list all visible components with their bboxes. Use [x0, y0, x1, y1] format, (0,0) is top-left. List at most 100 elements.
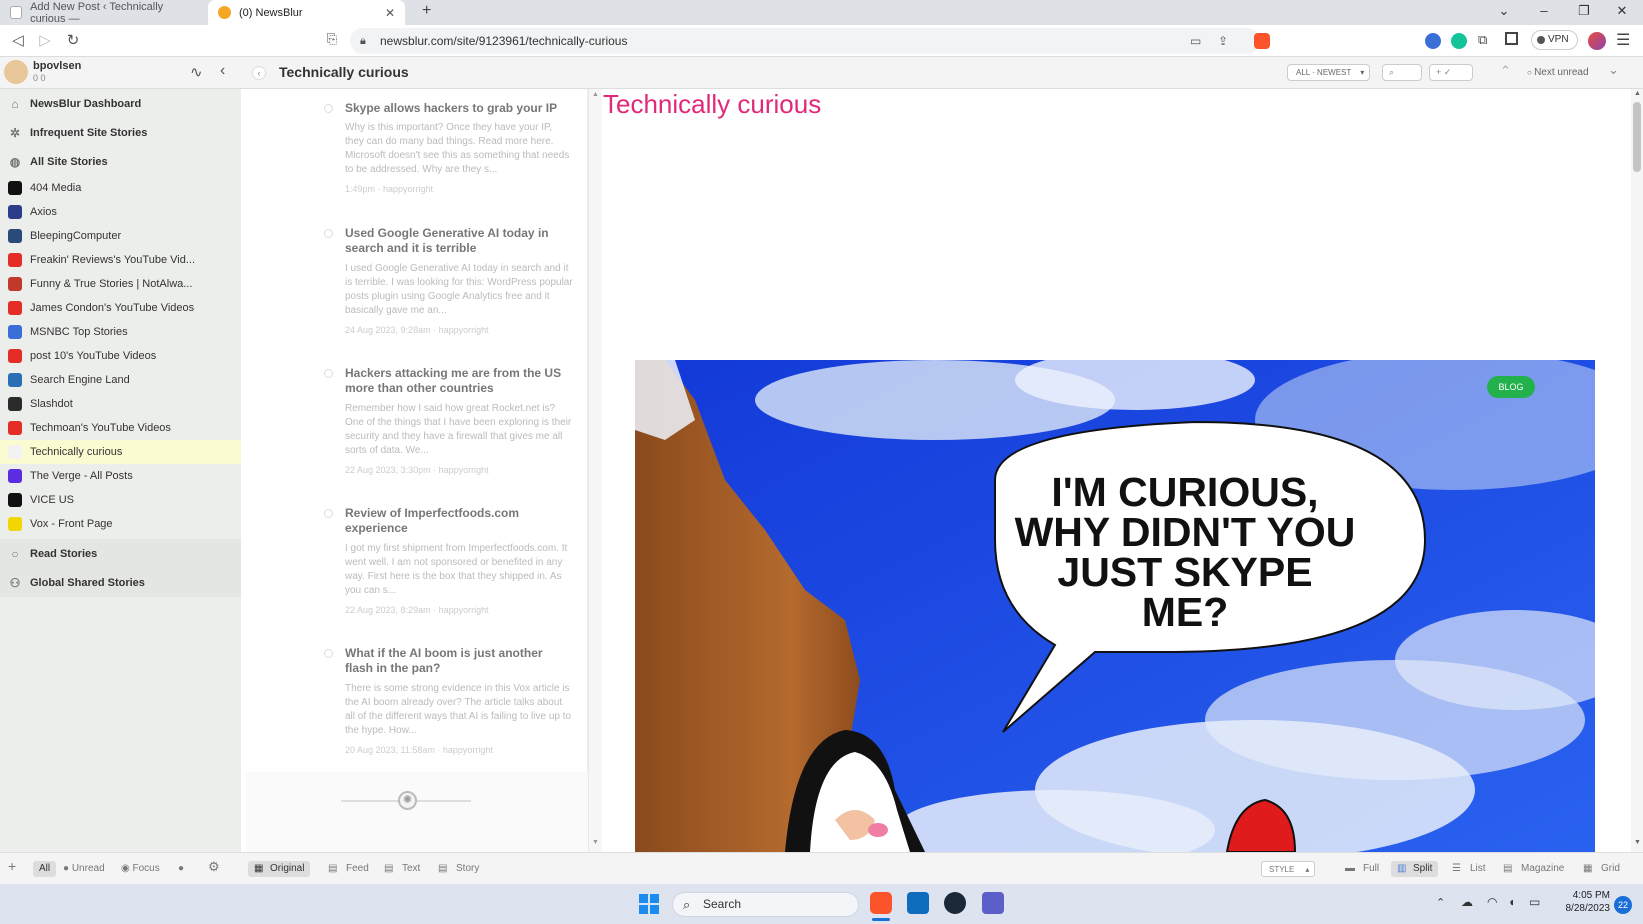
- sidebar-feed-item[interactable]: Technically curious: [0, 440, 241, 464]
- previous-icon[interactable]: ⌃: [1500, 63, 1511, 79]
- sidebar-feed-item[interactable]: Search Engine Land: [0, 368, 241, 392]
- sidebar-item-global-shared[interactable]: ⚇ Global Shared Stories: [0, 568, 241, 597]
- tab-add-new-post[interactable]: Add New Post ‹ Technically curious —: [0, 0, 200, 25]
- back-icon[interactable]: ◁: [8, 31, 28, 49]
- sidebar-toggle-icon[interactable]: [1505, 32, 1518, 45]
- sidebar-item-dashboard[interactable]: ⌂ NewsBlur Dashboard: [0, 89, 241, 118]
- story-read-status-icon[interactable]: [324, 509, 333, 518]
- grammarly-icon[interactable]: [1451, 33, 1467, 49]
- story-item[interactable]: Review of Imperfectfoods.com experience I…: [246, 506, 588, 636]
- blog-badge[interactable]: BLOG: [1487, 376, 1535, 398]
- story-read-status-icon[interactable]: [324, 649, 333, 658]
- steam-taskbar-icon[interactable]: [944, 892, 966, 914]
- sidebar-feed-item[interactable]: VICE US: [0, 488, 241, 512]
- view-text[interactable]: ▤ Text: [384, 861, 420, 877]
- story-pane-scrollbar[interactable]: ▲ ▼: [1631, 89, 1643, 852]
- site-title[interactable]: Technically curious: [603, 89, 821, 120]
- story-title[interactable]: Hackers attacking me are from the US mor…: [345, 366, 573, 396]
- scroll-down-icon[interactable]: ▼: [592, 839, 599, 846]
- story-read-status-icon[interactable]: [324, 104, 333, 113]
- volume-icon[interactable]: ◖: [1508, 895, 1515, 909]
- profile-avatar[interactable]: [1588, 32, 1606, 50]
- view-story[interactable]: ▤ Story: [438, 861, 479, 877]
- add-feed-icon[interactable]: +: [8, 858, 16, 874]
- windows-start-icon[interactable]: [639, 894, 659, 914]
- layout-grid[interactable]: ▦ Grid: [1583, 861, 1620, 877]
- tab-search-chevron-icon[interactable]: ⌄: [1494, 3, 1514, 19]
- settings-gear-icon[interactable]: ⚙: [208, 859, 220, 875]
- sidebar-feed-item[interactable]: MSNBC Top Stories: [0, 320, 241, 344]
- brave-taskbar-icon[interactable]: [870, 892, 892, 914]
- close-window-button[interactable]: ✕: [1612, 3, 1632, 19]
- sidebar-feed-item[interactable]: Freakin' Reviews's YouTube Vid...: [0, 248, 241, 272]
- wifi-icon[interactable]: ◠: [1487, 895, 1497, 909]
- sidebar-feed-item[interactable]: Vox - Front Page: [0, 512, 241, 536]
- filter-unread[interactable]: ● Unread: [63, 861, 105, 877]
- story-title[interactable]: What if the AI boom is just another flas…: [345, 646, 573, 676]
- collapse-sidebar-icon[interactable]: ‹: [220, 62, 225, 80]
- story-list-scrollbar[interactable]: ▲ ▼ ▸: [588, 89, 607, 852]
- forward-icon[interactable]: ▷: [35, 31, 55, 49]
- sidebar-feed-item[interactable]: 404 Media: [0, 176, 241, 200]
- story-item[interactable]: What if the AI boom is just another flas…: [246, 646, 588, 776]
- layout-list[interactable]: ☰ List: [1452, 861, 1486, 877]
- minimize-button[interactable]: –: [1534, 3, 1554, 18]
- vpn-button[interactable]: VPN: [1531, 30, 1578, 50]
- scrollbar-thumb[interactable]: [1633, 102, 1641, 172]
- search-feed-input[interactable]: ⌕: [1382, 64, 1422, 81]
- scroll-up-icon[interactable]: ▲: [1634, 90, 1641, 97]
- filter-all[interactable]: All: [33, 861, 57, 877]
- tab-newsblur[interactable]: (0) NewsBlur ✕: [208, 0, 405, 25]
- password-manager-icon[interactable]: [1425, 33, 1441, 49]
- layout-magazine[interactable]: ▤ Magazine: [1503, 861, 1564, 877]
- address-bar[interactable]: 🔒︎ newsblur.com/site/9123961/technically…: [350, 28, 1260, 54]
- restore-button[interactable]: ❐: [1574, 3, 1594, 19]
- onedrive-icon[interactable]: ☁: [1461, 895, 1473, 909]
- activity-icon[interactable]: ∿: [190, 63, 203, 81]
- story-title[interactable]: Skype allows hackers to grab your IP: [345, 101, 573, 116]
- scroll-up-icon[interactable]: ▲: [592, 91, 599, 98]
- outlook-taskbar-icon[interactable]: [907, 892, 929, 914]
- new-tab-button[interactable]: +: [422, 2, 431, 20]
- share-icon[interactable]: ⇪: [1218, 28, 1228, 54]
- story-read-status-icon[interactable]: [324, 229, 333, 238]
- story-item[interactable]: Used Google Generative AI today in searc…: [246, 226, 588, 356]
- scroll-down-icon[interactable]: ▼: [1634, 839, 1641, 846]
- sidebar-item-infrequent[interactable]: ✲ Infrequent Site Stories: [0, 118, 241, 147]
- bookmark-icon[interactable]: ⎘: [322, 31, 342, 47]
- story-item[interactable]: Hackers attacking me are from the US mor…: [246, 366, 588, 496]
- view-feed[interactable]: ▤ Feed: [328, 861, 369, 877]
- close-tab-icon[interactable]: ✕: [385, 6, 395, 20]
- cast-icon[interactable]: ▭: [1190, 28, 1201, 54]
- filter-focus[interactable]: ◉ Focus: [121, 861, 160, 877]
- brave-shield-icon[interactable]: [1254, 33, 1270, 49]
- sidebar-feed-item[interactable]: BleepingComputer: [0, 224, 241, 248]
- sidebar-feed-item[interactable]: Funny & True Stories | NotAlwa...: [0, 272, 241, 296]
- layout-split[interactable]: ▥ Split: [1391, 861, 1439, 877]
- battery-icon[interactable]: ▭: [1529, 895, 1540, 909]
- taskbar-search[interactable]: ⌕ Search: [672, 892, 859, 917]
- story-title[interactable]: Used Google Generative AI today in searc…: [345, 226, 573, 256]
- sidebar-item-read-stories[interactable]: ○ Read Stories: [0, 539, 241, 568]
- style-dropdown[interactable]: STYLE ▴: [1261, 861, 1316, 877]
- order-dropdown[interactable]: ALL · NEWEST ▾: [1287, 64, 1371, 81]
- notification-badge[interactable]: 22: [1614, 896, 1632, 914]
- story-item[interactable]: Skype allows hackers to grab your IP Why …: [246, 101, 588, 231]
- reload-icon[interactable]: ↻: [63, 31, 83, 49]
- sidebar-feed-item[interactable]: Techmoan's YouTube Videos: [0, 416, 241, 440]
- next-chevron-down-icon[interactable]: ⌄: [1608, 62, 1619, 78]
- extensions-icon[interactable]: ⧉: [1478, 32, 1487, 48]
- sidebar-feed-item[interactable]: Axios: [0, 200, 241, 224]
- view-original[interactable]: ▦ Original: [248, 861, 311, 877]
- layout-full[interactable]: ▬ Full: [1345, 861, 1379, 877]
- sidebar-feed-item[interactable]: post 10's YouTube Videos: [0, 344, 241, 368]
- sidebar-item-all-stories[interactable]: ◍ All Site Stories: [0, 147, 241, 176]
- sidebar-feed-item[interactable]: The Verge - All Posts: [0, 464, 241, 488]
- sidebar-feed-item[interactable]: Slashdot: [0, 392, 241, 416]
- sidebar-feed-item[interactable]: James Condon's YouTube Videos: [0, 296, 241, 320]
- dot-icon[interactable]: ●: [178, 861, 184, 877]
- story-read-status-icon[interactable]: [324, 369, 333, 378]
- tray-chevron-icon[interactable]: ⌃: [1436, 896, 1445, 909]
- mark-read-button[interactable]: + ✓: [1429, 64, 1473, 81]
- next-unread-button[interactable]: ○ Next unread: [1527, 67, 1589, 78]
